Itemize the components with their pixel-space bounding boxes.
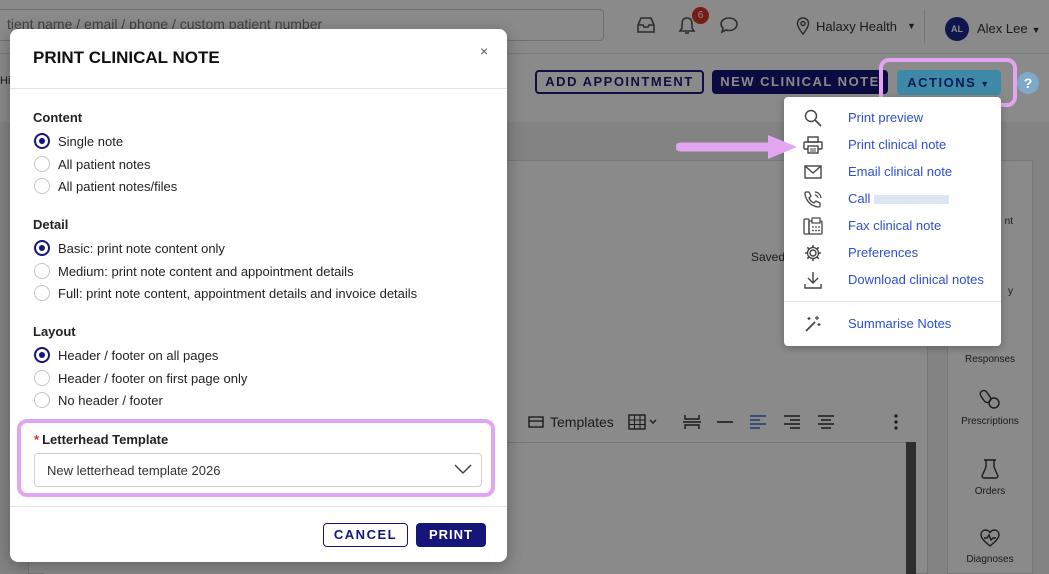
radio-unselected-icon: [34, 285, 50, 301]
radio-selected-icon: [34, 240, 50, 256]
annotation-arrow-icon: [676, 135, 797, 159]
menu-item-label: Email clinical note: [848, 164, 953, 179]
radio-selected-icon: [34, 133, 50, 149]
redacted-phone-number: [874, 195, 950, 205]
dialog-header-divider: [10, 88, 507, 89]
radio-label: Basic: print note content only: [58, 240, 225, 256]
radio-detail-medium[interactable]: Medium: print note content and appointme…: [34, 263, 354, 279]
menu-item-label: Call: [848, 191, 950, 206]
radio-label: Header / footer on first page only: [58, 370, 248, 386]
radio-unselected-icon: [34, 263, 50, 279]
chevron-down-icon: [454, 464, 472, 475]
menu-item-label: Print preview: [848, 110, 924, 125]
menu-item-print-preview[interactable]: Print preview: [784, 104, 1001, 131]
menu-item-label: Summarise Notes: [848, 316, 952, 331]
menu-item-summarise-notes[interactable]: Summarise Notes: [784, 310, 1001, 337]
gear-icon: [805, 244, 821, 261]
close-icon[interactable]: ×: [480, 43, 488, 59]
radio-all-patient-notes-files[interactable]: All patient notes/files: [34, 178, 177, 194]
menu-item-preferences[interactable]: Preferences: [784, 239, 1001, 266]
magic-wand-icon: [805, 315, 821, 332]
radio-label: All patient notes/files: [58, 178, 178, 194]
fax-icon: [803, 216, 823, 235]
menu-item-download-clinical-notes[interactable]: Download clinical notes: [784, 266, 1001, 293]
print-button[interactable]: PRINT: [416, 523, 486, 547]
printer-icon: [803, 135, 823, 154]
radio-label: All patient notes: [58, 156, 151, 172]
radio-label: Single note: [58, 133, 124, 149]
radio-all-patient-notes[interactable]: All patient notes: [34, 156, 151, 172]
letterhead-template-label: * Letterhead Template: [34, 432, 168, 447]
cancel-button[interactable]: CANCEL: [323, 523, 408, 547]
layout-label: Layout: [33, 324, 76, 339]
menu-item-label: Print clinical note: [848, 137, 947, 152]
radio-label: Full: print note content, appointment de…: [58, 285, 418, 301]
menu-item-call[interactable]: Call: [784, 185, 1001, 212]
download-icon: [804, 271, 822, 289]
radio-detail-basic[interactable]: Basic: print note content only: [34, 240, 225, 256]
radio-unselected-icon: [34, 156, 50, 172]
actions-menu: Print preview Print clinical note Email …: [784, 97, 1001, 346]
radio-label: Header / footer on all pages: [58, 347, 219, 363]
radio-detail-full[interactable]: Full: print note content, appointment de…: [34, 285, 417, 301]
detail-label: Detail: [33, 217, 69, 232]
phone-icon: [804, 190, 822, 208]
menu-item-email-clinical-note[interactable]: Email clinical note: [784, 158, 1001, 185]
radio-label: No header / footer: [58, 392, 163, 408]
radio-layout-none[interactable]: No header / footer: [34, 392, 163, 408]
dialog-title: PRINT CLINICAL NOTE: [33, 48, 220, 67]
letterhead-template-select[interactable]: New letterhead template 2026: [34, 453, 482, 487]
menu-item-label: Preferences: [848, 245, 919, 260]
letterhead-selected-value: New letterhead template 2026: [47, 463, 221, 478]
menu-item-print-clinical-note[interactable]: Print clinical note: [784, 131, 1001, 158]
search-icon: [804, 109, 822, 127]
radio-unselected-icon: [34, 370, 50, 386]
radio-label: Medium: print note content and appointme…: [58, 263, 354, 279]
radio-single-note[interactable]: Single note: [34, 133, 123, 149]
radio-unselected-icon: [34, 178, 50, 194]
help-icon[interactable]: ?: [1017, 72, 1039, 94]
menu-item-fax-clinical-note[interactable]: Fax clinical note: [784, 212, 1001, 239]
menu-item-label: Download clinical notes: [848, 272, 984, 287]
dialog-footer-divider: [10, 506, 507, 507]
radio-layout-first-page[interactable]: Header / footer on first page only: [34, 370, 247, 386]
print-clinical-note-dialog: PRINT CLINICAL NOTE × Content Single not…: [10, 29, 507, 562]
letterhead-label-text: Letterhead Template: [42, 432, 169, 447]
radio-layout-all-pages[interactable]: Header / footer on all pages: [34, 347, 218, 363]
content-label: Content: [33, 110, 83, 125]
menu-item-label: Fax clinical note: [848, 218, 942, 233]
radio-selected-icon: [34, 347, 50, 363]
radio-unselected-icon: [34, 392, 50, 408]
required-marker: *: [34, 432, 40, 447]
menu-divider: [784, 301, 1001, 302]
envelope-icon: [804, 164, 822, 179]
